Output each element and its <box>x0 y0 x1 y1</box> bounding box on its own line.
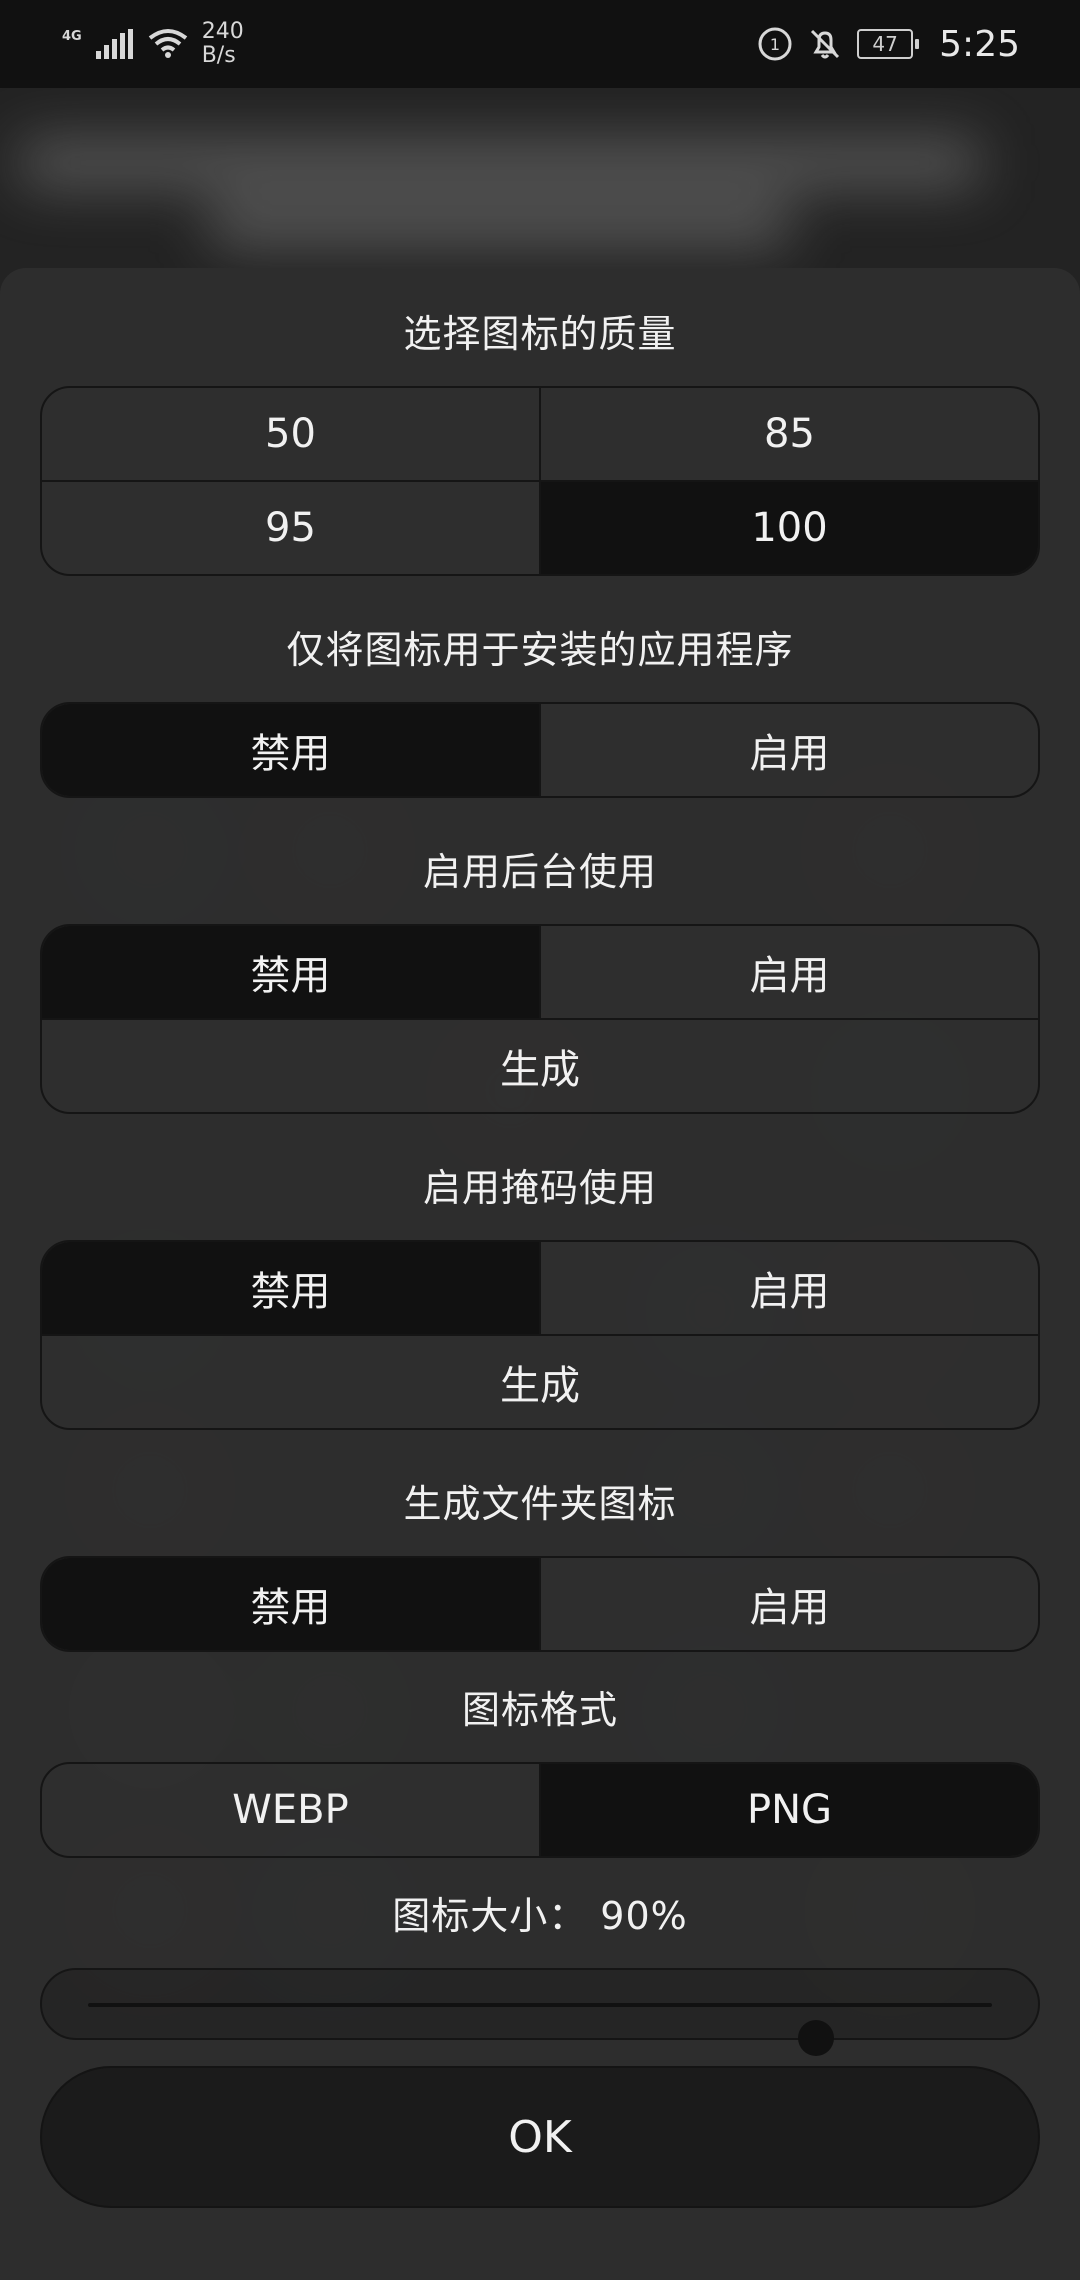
slider-thumb[interactable] <box>797 2020 834 2056</box>
bell-off-icon <box>811 29 840 59</box>
background-enable[interactable]: 启用 <box>539 926 1038 1018</box>
wifi-icon <box>148 29 187 58</box>
icon-settings-sheet: 选择图标的质量 50 85 95 100 仅将图标用于安装的应用程序 禁用 启用… <box>0 268 1080 2280</box>
quality-option-95[interactable]: 95 <box>42 482 539 574</box>
speed-unit: B/s <box>201 43 236 68</box>
quality-selector: 50 85 95 100 <box>40 386 1040 576</box>
background-title: 启用后台使用 <box>422 850 657 894</box>
folder-icon-selector: 禁用 启用 <box>40 1556 1040 1652</box>
speed-value: 240 <box>201 19 244 44</box>
svg-text:1: 1 <box>770 35 780 54</box>
folder-icon-disable[interactable]: 禁用 <box>42 1558 539 1650</box>
quality-title: 选择图标的质量 <box>403 312 677 356</box>
format-webp[interactable]: WEBP <box>42 1764 539 1856</box>
quality-option-100[interactable]: 100 <box>539 482 1038 574</box>
folder-icon-title: 生成文件夹图标 <box>403 1482 677 1526</box>
network-speed: 240 B/s <box>202 20 244 68</box>
installed-only-enable[interactable]: 启用 <box>539 704 1038 796</box>
size-title: 图标大小： 90% <box>392 1894 688 1938</box>
mask-selector: 禁用 启用 生成 <box>40 1240 1040 1430</box>
installed-only-title: 仅将图标用于安装的应用程序 <box>286 628 794 672</box>
network-type: 4G <box>62 28 82 44</box>
signal-icon <box>95 29 133 59</box>
mask-title: 启用掩码使用 <box>422 1166 657 1210</box>
format-png[interactable]: PNG <box>539 1764 1038 1856</box>
ok-button[interactable]: OK <box>40 2066 1040 2208</box>
background-disable[interactable]: 禁用 <box>42 926 539 1018</box>
quality-option-85[interactable]: 85 <box>539 388 1038 480</box>
status-bar: 4G 240 B/s 1 47 5:25 <box>0 0 1080 88</box>
battery-level: 47 <box>857 29 914 59</box>
background-selector: 禁用 启用 生成 <box>40 924 1040 1114</box>
quality-option-50[interactable]: 50 <box>42 388 539 480</box>
installed-only-selector: 禁用 启用 <box>40 702 1040 798</box>
format-title: 图标格式 <box>461 1688 618 1732</box>
mask-disable[interactable]: 禁用 <box>42 1242 539 1334</box>
size-slider[interactable] <box>40 1968 1040 2056</box>
installed-only-disable[interactable]: 禁用 <box>42 704 539 796</box>
data-saver-icon: 1 <box>758 27 792 61</box>
battery-icon: 47 <box>857 29 920 59</box>
background-generate-button[interactable]: 生成 <box>42 1020 1038 1112</box>
clock: 5:25 <box>939 23 1020 65</box>
mask-generate-button[interactable]: 生成 <box>42 1336 1038 1428</box>
folder-icon-enable[interactable]: 启用 <box>539 1558 1038 1650</box>
format-selector: WEBP PNG <box>40 1762 1040 1858</box>
slider-track <box>88 2003 992 2056</box>
mask-enable[interactable]: 启用 <box>539 1242 1038 1334</box>
